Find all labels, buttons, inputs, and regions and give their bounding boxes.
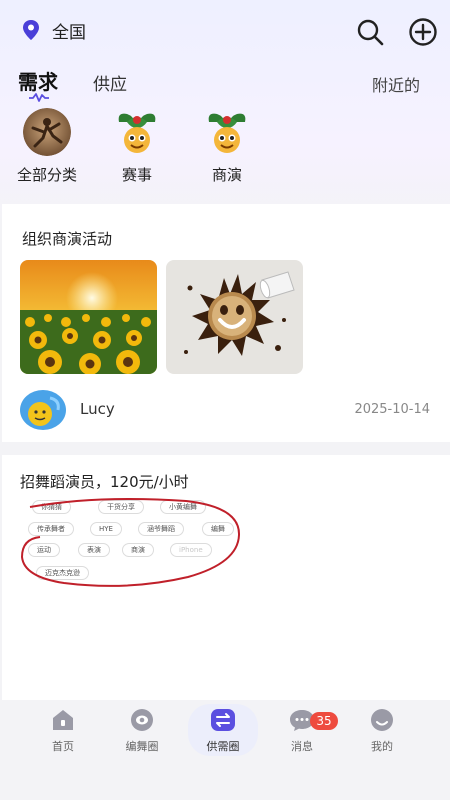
eye-circle-icon (131, 709, 153, 731)
nav-item-choreography[interactable]: 编舞圈 (112, 708, 172, 754)
nav-label: 消息 (291, 740, 313, 753)
bottom-navigation: 首页 编舞圈 供需圈 消息 35 我的 (16, 704, 434, 760)
category-label: 全部分类 (16, 166, 77, 184)
post-date: 2025-10-14 (354, 402, 430, 417)
tab-active-indicator (29, 93, 49, 102)
nav-item-supply-demand[interactable]: 供需圈 (193, 708, 253, 754)
category-label: 商演 (211, 166, 242, 184)
nav-label: 我的 (371, 740, 393, 753)
location-pin-icon[interactable] (22, 19, 40, 41)
category-event[interactable]: 赛事 (92, 108, 182, 185)
post-card[interactable]: 组织商演活动 Lucy 2025-10-14 (2, 204, 450, 442)
sunflower-field-photo[interactable] (20, 260, 157, 374)
location-selector[interactable]: 全国 (52, 18, 86, 43)
post-title: 招舞蹈演员，120元/小时 (20, 473, 189, 491)
category-row: 全部分类 赛事 商演 (0, 108, 450, 188)
tag-cloud-image[interactable]: 你猜猜 干货分享 小黄编舞 传承舞者 HYE 涵爷舞蹈 编舞 运动 表演 商演 … (18, 497, 244, 587)
event-icon (113, 108, 161, 156)
all-categories-icon (23, 108, 71, 156)
post-author-row[interactable]: Lucy 2025-10-14 (20, 390, 430, 430)
red-circle-annotation (20, 498, 241, 587)
nav-item-home[interactable]: 首页 (33, 708, 93, 754)
post-card[interactable]: 招舞蹈演员，120元/小时 你猜猜 干货分享 小黄编舞 传承舞者 HYE 涵爷舞… (2, 455, 450, 700)
search-icon[interactable] (356, 18, 384, 46)
home-icon (53, 710, 73, 730)
tab-supply[interactable]: 供应 (93, 70, 127, 95)
add-circle-icon[interactable] (408, 17, 438, 47)
avatar[interactable] (20, 390, 66, 430)
tab-bar: 需求 供应 附近的 (0, 64, 450, 104)
message-count-badge: 35 (310, 712, 338, 730)
tab-demand[interactable]: 需求 (18, 66, 58, 95)
nav-label: 编舞圈 (125, 740, 159, 753)
nav-item-profile[interactable]: 我的 (352, 708, 412, 754)
nav-label: 首页 (52, 740, 74, 753)
post-title: 组织商演活动 (22, 230, 113, 248)
tab-nearby[interactable]: 附近的 (372, 72, 420, 96)
exchange-icon (211, 709, 235, 731)
commercial-show-icon (203, 108, 251, 156)
profile-icon (371, 709, 393, 731)
category-all[interactable]: 全部分类 (2, 108, 92, 185)
author-name[interactable]: Lucy (80, 400, 115, 418)
category-label: 赛事 (121, 166, 152, 184)
category-commercial-show[interactable]: 商演 (182, 108, 272, 185)
nav-label: 供需圈 (206, 740, 240, 753)
top-bar: 全国 (0, 0, 450, 60)
coffee-splash-smiley-photo[interactable] (166, 260, 303, 374)
